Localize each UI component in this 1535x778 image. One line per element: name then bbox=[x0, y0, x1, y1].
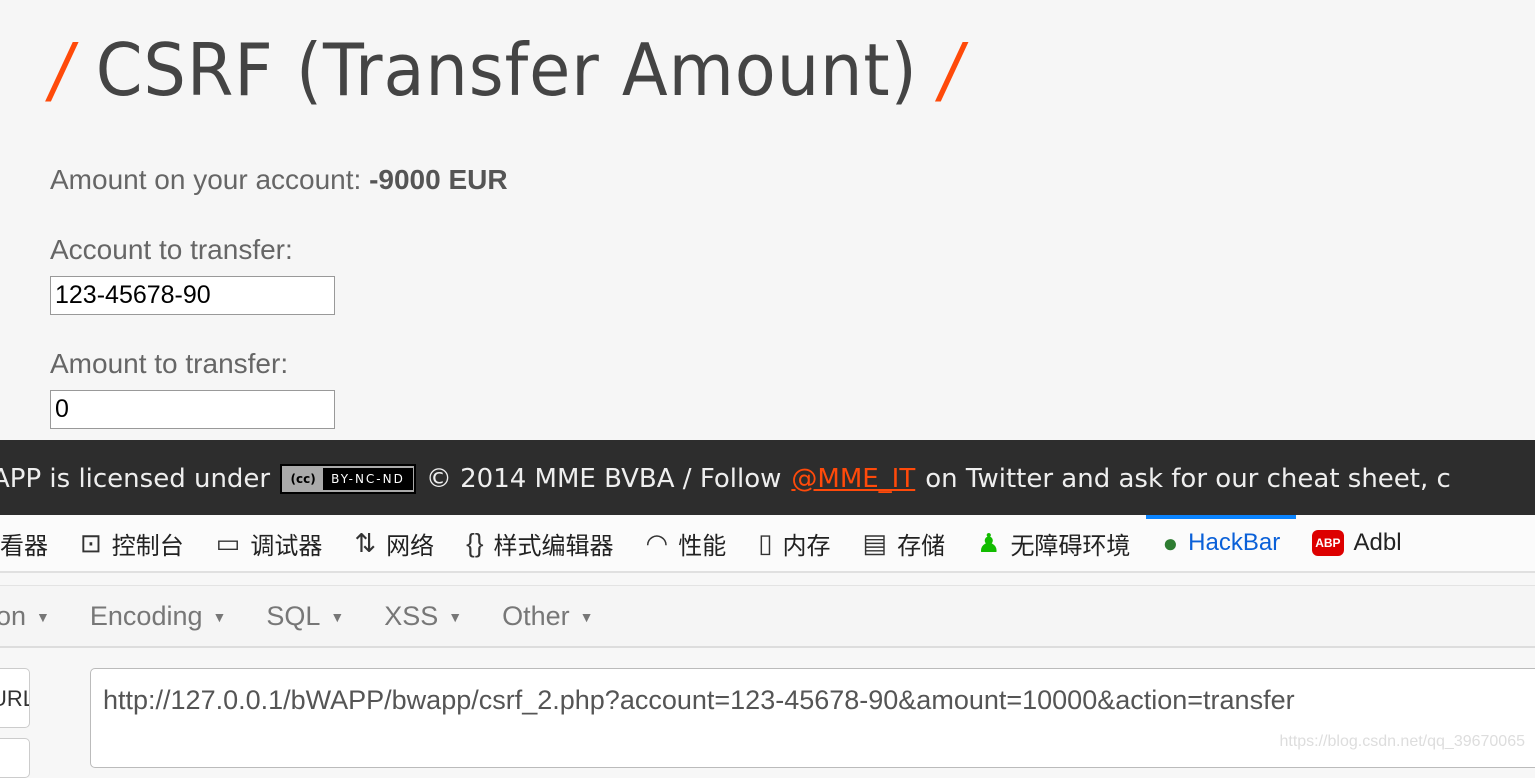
tab-label: 调试器 bbox=[250, 532, 323, 560]
hackbar-menu: on ▼ Encoding ▼ SQL ▼ XSS ▼ Other ▼ bbox=[0, 585, 1535, 648]
split-url-button[interactable] bbox=[0, 738, 30, 778]
hackbar-icon: ● bbox=[1162, 527, 1179, 558]
menu-other[interactable]: Other ▼ bbox=[502, 601, 593, 632]
tab-label: 看器 bbox=[0, 532, 48, 560]
copyright-text: © 2014 MME BVBA / Follow bbox=[425, 464, 782, 494]
tab-performance[interactable]: ◠ 性能 bbox=[630, 515, 743, 571]
tab-label: 内存 bbox=[782, 532, 831, 560]
tab-label: 存储 bbox=[897, 532, 946, 560]
caret-down-icon: ▼ bbox=[448, 609, 463, 626]
license-text: APP is licensed under bbox=[0, 464, 271, 494]
tab-accessibility[interactable]: ♟ 无障碍环境 bbox=[961, 515, 1146, 571]
menu-label: SQL bbox=[266, 600, 321, 631]
tab-adblock[interactable]: ABP Adbl bbox=[1296, 515, 1417, 571]
menu-encoding[interactable]: Encoding ▼ bbox=[90, 601, 226, 632]
storage-icon: ▤ bbox=[862, 527, 888, 558]
account-label: Account to transfer: bbox=[50, 234, 293, 265]
tab-hackbar[interactable]: ● HackBar bbox=[1146, 515, 1296, 571]
adblock-icon: ABP bbox=[1312, 530, 1344, 556]
amount-label: Amount on your account: bbox=[50, 164, 362, 195]
amount-value: -9000 EUR bbox=[369, 164, 508, 195]
caret-down-icon: ▼ bbox=[36, 609, 50, 626]
menu-label: Other bbox=[502, 600, 570, 631]
tab-storage[interactable]: ▤ 存储 bbox=[847, 515, 962, 571]
watermark: https://blog.csdn.net/qq_39670065 bbox=[1279, 733, 1525, 750]
twitter-link[interactable]: @MME_IT bbox=[791, 464, 915, 494]
transfer-amount-label: Amount to transfer: bbox=[50, 348, 289, 379]
tab-network[interactable]: ⇅ 网络 bbox=[338, 515, 450, 571]
cc-badge-text: BY-NC-ND bbox=[323, 468, 413, 490]
caret-down-icon: ▼ bbox=[579, 609, 594, 626]
tab-memory[interactable]: ▯ 内存 bbox=[742, 515, 846, 571]
menu-option[interactable]: on ▼ bbox=[0, 601, 50, 632]
console-icon: ⊡ bbox=[80, 527, 102, 558]
transfer-amount-input[interactable] bbox=[50, 390, 335, 429]
url-textarea[interactable]: http://127.0.0.1/bWAPP/bwapp/csrf_2.php?… bbox=[90, 668, 1535, 768]
page-title: / CSRF (Transfer Amount) / bbox=[50, 28, 964, 112]
caret-down-icon: ▼ bbox=[212, 609, 227, 626]
tab-console[interactable]: ⊡ 控制台 bbox=[64, 515, 200, 571]
account-input[interactable] bbox=[50, 276, 335, 315]
tab-label: HackBar bbox=[1188, 529, 1281, 556]
menu-label: on bbox=[0, 600, 27, 631]
cc-license-badge[interactable]: (cc) BY-NC-ND bbox=[280, 464, 416, 494]
tab-label: 控制台 bbox=[111, 532, 184, 560]
load-url-button[interactable]: URL bbox=[0, 668, 30, 728]
cc-logo-icon: (cc) bbox=[290, 472, 316, 486]
debugger-icon: ▭ bbox=[215, 527, 241, 558]
menu-sql[interactable]: SQL ▼ bbox=[266, 601, 344, 632]
tab-label: 网络 bbox=[386, 532, 435, 560]
accessibility-icon: ♟ bbox=[977, 527, 1001, 558]
tab-label: 样式编辑器 bbox=[493, 532, 614, 560]
footer: APP is licensed under (cc) BY-NC-ND © 201… bbox=[0, 440, 1535, 515]
caret-down-icon: ▼ bbox=[330, 609, 345, 626]
tab-style-editor[interactable]: {} 样式编辑器 bbox=[450, 515, 629, 571]
tab-debugger[interactable]: ▭ 调试器 bbox=[200, 515, 339, 571]
style-editor-icon: {} bbox=[466, 527, 484, 558]
performance-icon: ◠ bbox=[645, 527, 669, 558]
menu-label: Encoding bbox=[89, 600, 203, 631]
menu-xss[interactable]: XSS ▼ bbox=[384, 601, 462, 632]
tab-label: Adbl bbox=[1353, 529, 1402, 556]
bwapp-page: / CSRF (Transfer Amount) / Amount on you… bbox=[0, 0, 1535, 440]
tab-label: 性能 bbox=[678, 532, 727, 560]
page-title-text: CSRF (Transfer Amount) bbox=[95, 28, 918, 112]
amount-on-account: Amount on your account: -9000 EUR bbox=[50, 164, 508, 196]
network-icon: ⇅ bbox=[354, 527, 377, 558]
cheat-sheet-text: on Twitter and ask for our cheat sheet, … bbox=[925, 464, 1451, 494]
tab-inspector[interactable]: 看器 bbox=[0, 515, 64, 571]
memory-icon: ▯ bbox=[758, 527, 773, 558]
tab-label: 无障碍环境 bbox=[1010, 532, 1131, 560]
menu-label: XSS bbox=[384, 600, 439, 631]
devtools-tabs: 看器 ⊡ 控制台 ▭ 调试器 ⇅ 网络 {} 样式编辑器 ◠ 性能 ▯ 内存 ▤ 存储 ♟ 无障… bbox=[0, 515, 1535, 573]
